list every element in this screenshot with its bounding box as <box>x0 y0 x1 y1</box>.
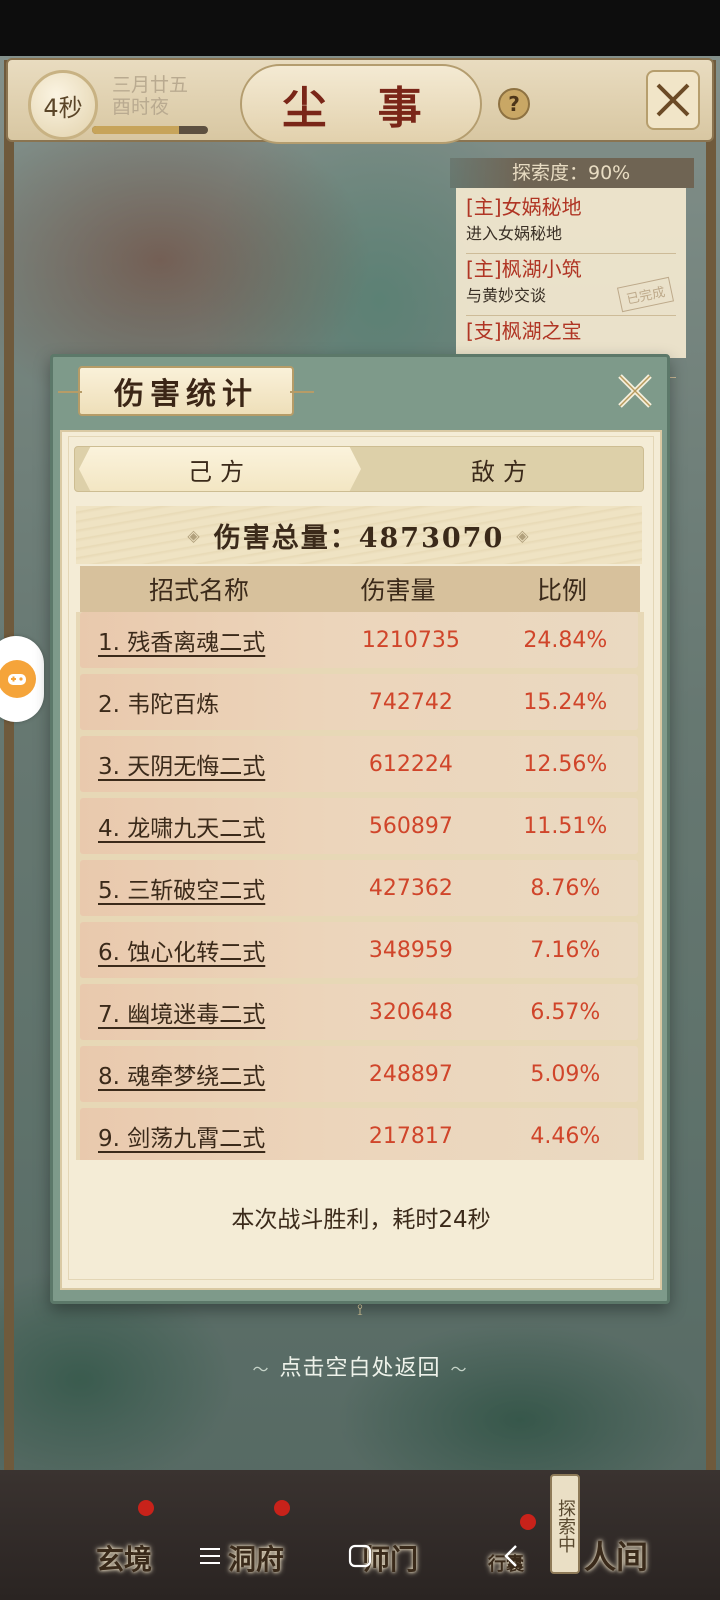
close-icon <box>618 374 652 408</box>
table-row: 7. 幽境迷毒二式 320648 6.57% <box>80 984 638 1040</box>
skill-name-link[interactable]: 5. 三斩破空二式 <box>80 871 311 905</box>
quest-title: [主]枫湖小筑 <box>466 257 582 281</box>
side-toggle: 己方 敌方 <box>74 446 644 492</box>
damage-ratio: 12.56% <box>523 751 608 777</box>
skill-name-link[interactable]: 7. 幽境迷毒二式 <box>80 995 311 1029</box>
quest-title: [支]枫湖之宝 <box>466 319 582 343</box>
quest-desc: 进入女娲秘地 <box>466 224 563 243</box>
game-date: 三月廿五 酉时夜 <box>112 74 188 118</box>
notification-dot <box>138 1500 154 1516</box>
menu-lines-icon <box>200 1548 220 1564</box>
date-line-2: 酉时夜 <box>112 96 170 118</box>
damage-ratio: 7.16% <box>530 937 601 963</box>
skill-name-link[interactable]: 8. 魂牵梦绕二式 <box>80 1057 311 1091</box>
status-bar <box>0 0 720 56</box>
quest-item[interactable]: [主]女娲秘地 进入女娲秘地 <box>466 192 676 254</box>
skill-name: 2. 韦陀百炼 <box>98 692 220 718</box>
nav-dongfu[interactable]: 洞府 <box>228 1538 284 1578</box>
column-header-name: 招式名称 <box>148 576 249 605</box>
notification-dot <box>520 1514 536 1530</box>
column-header-damage: 伤害量 <box>360 576 436 605</box>
damage-value: 320648 <box>368 999 453 1025</box>
quest-title: [主]女娲秘地 <box>466 195 582 219</box>
damage-table[interactable]: 1. 残香离魂二式 1210735 24.84% 2. 韦陀百炼 742742 … <box>76 612 644 1160</box>
damage-value: 427362 <box>368 875 453 901</box>
left-frame-border <box>4 60 14 1480</box>
damage-ratio: 5.09% <box>530 1061 601 1087</box>
date-line-1: 三月廿五 <box>112 74 189 96</box>
table-header: 招式名称 伤害量 比例 <box>80 566 640 612</box>
diamond-ornament-icon: ◈ <box>516 525 531 545</box>
time-progress-fill <box>92 126 179 134</box>
table-row: 6. 蚀心化转二式 348959 7.16% <box>80 922 638 978</box>
nav-xuanjing[interactable]: 玄境 <box>96 1538 152 1578</box>
damage-ratio: 6.57% <box>530 999 601 1025</box>
skill-name-link[interactable]: 3. 天阴无悔二式 <box>80 747 311 781</box>
skill-name-link[interactable]: 6. 蚀心化转二式 <box>80 933 311 967</box>
cloud-ornament-icon: 〜 <box>450 1360 468 1379</box>
back-chevron-icon <box>504 1545 517 1567</box>
top-close-button[interactable] <box>646 70 700 130</box>
damage-value: 612224 <box>368 751 453 777</box>
page-title: 尘 事 <box>240 64 482 144</box>
table-row: 4. 龙啸九天二式 560897 11.51% <box>80 798 638 854</box>
table-row: 3. 天阴无悔二式 612224 12.56% <box>80 736 638 792</box>
damage-value: 742742 <box>368 689 453 715</box>
table-row: 8. 魂牵梦绕二式 248897 5.09% <box>80 1046 638 1102</box>
damage-value: 348959 <box>368 937 453 963</box>
notification-dot <box>274 1500 290 1516</box>
column-header-ratio: 比例 <box>536 576 587 605</box>
modal-title: 伤害统计 <box>58 366 314 416</box>
table-row: 2. 韦陀百炼 742742 15.24% <box>80 674 638 730</box>
tab-enemy-side[interactable]: 敌方 <box>365 447 641 491</box>
time-progress-bar <box>92 126 208 134</box>
tap-to-return-hint[interactable]: 〜点击空白处返回〜 <box>0 1350 720 1382</box>
nav-renjian[interactable]: 人间 <box>584 1532 648 1578</box>
battle-result-text: 本次战斗胜利，耗时24秒 <box>231 1207 491 1233</box>
total-damage-label: 伤害总量：4873070 <box>213 522 505 554</box>
system-home-button[interactable] <box>340 1536 380 1576</box>
floating-assist-button[interactable] <box>0 636 44 722</box>
crossed-swords-icon <box>656 83 690 117</box>
damage-ratio: 24.84% <box>523 627 608 653</box>
quest-list: [主]女娲秘地 进入女娲秘地 [主]枫湖小筑 与黄妙交谈 已完成 [支]枫湖之宝 <box>456 188 686 378</box>
tab-own-side[interactable]: 己方 <box>79 447 361 491</box>
explore-progress[interactable]: 探索度：90% <box>450 158 694 188</box>
damage-ratio: 15.24% <box>523 689 608 715</box>
damage-ratio: 8.76% <box>530 875 601 901</box>
table-row: 1. 残香离魂二式 1210735 24.84% <box>80 612 638 668</box>
help-icon[interactable]: ? <box>498 88 530 120</box>
damage-value: 248897 <box>368 1061 453 1087</box>
system-back-button[interactable] <box>492 1536 532 1576</box>
damage-value: 1210735 <box>361 627 460 653</box>
table-row: 9. 剑荡九霄二式 217817 4.46% <box>80 1108 638 1160</box>
gamepad-icon <box>0 660 36 698</box>
damage-value: 217817 <box>368 1123 453 1149</box>
skill-name-link[interactable]: 4. 龙啸九天二式 <box>80 809 311 843</box>
damage-value: 560897 <box>368 813 453 839</box>
timer-circle: 4秒 <box>28 70 98 140</box>
tassel-ornament-icon: ⟟ <box>357 1300 363 1319</box>
diamond-ornament-icon: ◈ <box>187 525 202 545</box>
quest-item[interactable]: [主]枫湖小筑 与黄妙交谈 已完成 <box>466 254 676 316</box>
skill-name-link[interactable]: 9. 剑荡九霄二式 <box>80 1119 311 1153</box>
modal-close-button[interactable] <box>612 368 658 414</box>
damage-ratio: 11.51% <box>523 813 608 839</box>
table-row: 5. 三斩破空二式 427362 8.76% <box>80 860 638 916</box>
back-hint-label: 点击空白处返回 <box>279 1356 441 1381</box>
home-square-icon <box>348 1544 372 1568</box>
exploring-badge[interactable]: 探索中 <box>550 1474 580 1574</box>
system-menu-button[interactable] <box>190 1536 230 1576</box>
total-damage: ◈ 伤害总量：4873070 ◈ <box>76 506 642 564</box>
right-frame-border <box>706 60 716 1480</box>
cloud-ornament-icon: 〜 <box>252 1360 270 1379</box>
skill-name-link[interactable]: 1. 残香离魂二式 <box>80 623 311 657</box>
damage-ratio: 4.46% <box>530 1123 601 1149</box>
